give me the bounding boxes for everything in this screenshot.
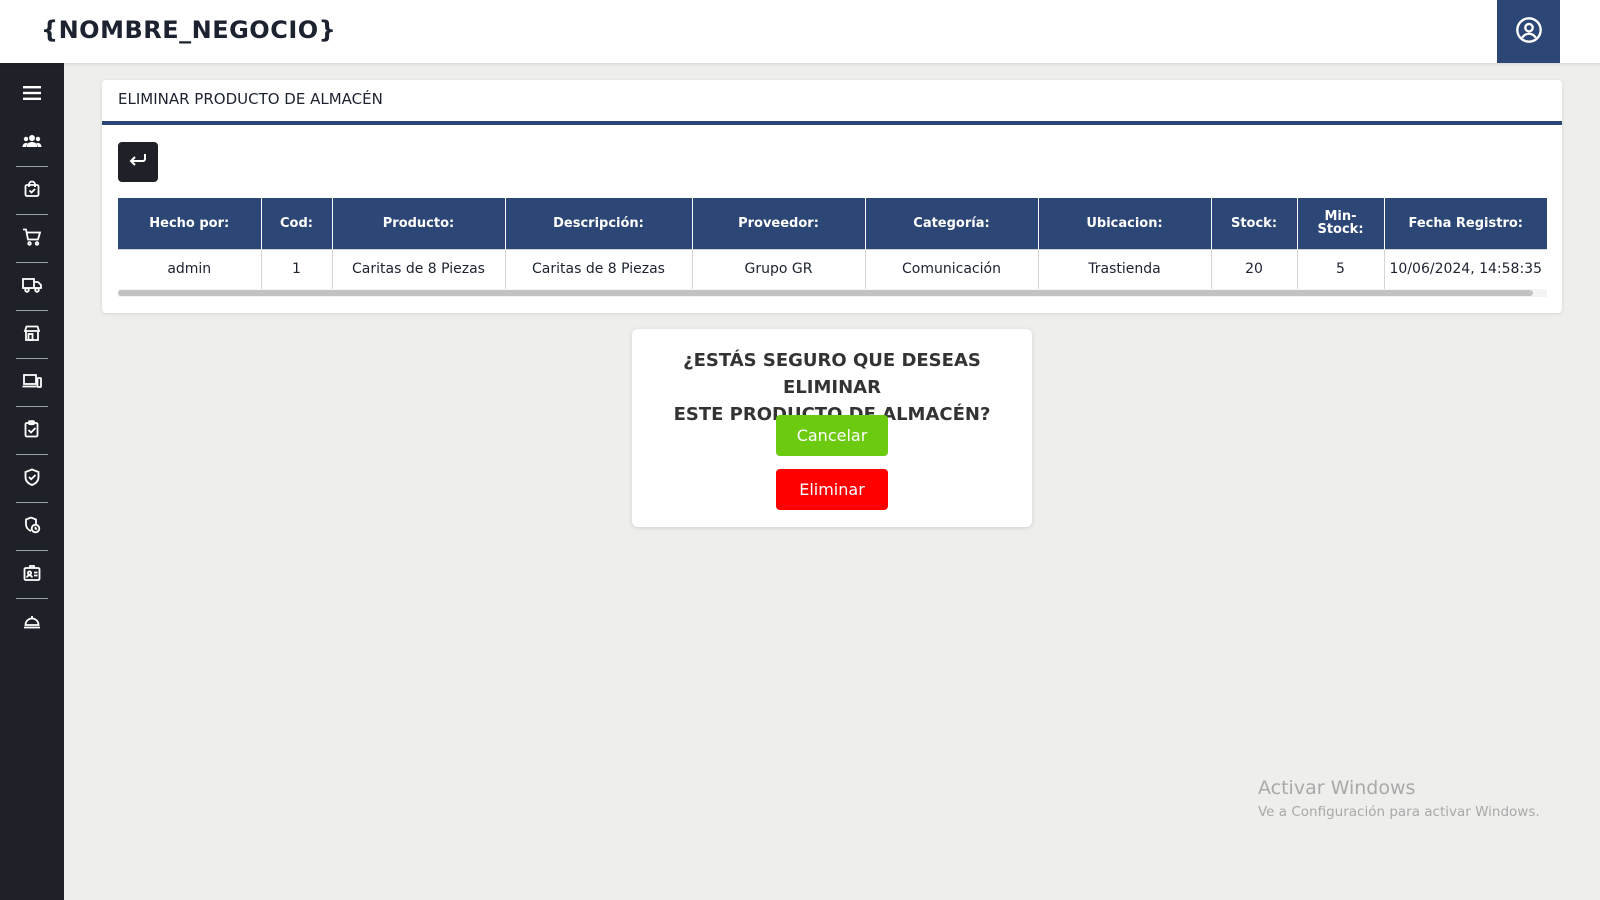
top-bar: {NOMBRE_NEGOCIO}: [0, 0, 1600, 63]
table-cell: admin: [118, 248, 262, 289]
clipboard-check-icon: [23, 419, 41, 442]
user-circle-icon: [1515, 16, 1543, 48]
column-header: Proveedor:: [692, 198, 866, 249]
table-cell: Caritas de 8 Piezas: [505, 248, 693, 289]
sidebar-item-products[interactable]: [16, 167, 48, 215]
column-header: Producto:: [332, 198, 506, 249]
delete-confirmation-dialog: ¿ESTÁS SEGURO QUE DESEAS ELIMINAR ESTE P…: [632, 329, 1032, 527]
sidebar-item-devices[interactable]: [16, 359, 48, 407]
id-card-icon: [23, 564, 41, 586]
sidebar-item-sales[interactable]: [16, 215, 48, 263]
badge-clock-icon: [23, 516, 41, 538]
table-cell: Grupo GR: [692, 248, 866, 289]
title-divider: [102, 121, 1562, 125]
sidebar-item-suppliers[interactable]: [16, 263, 48, 311]
column-header: Min-Stock:: [1297, 198, 1385, 249]
sidebar-item-security[interactable]: [16, 455, 48, 503]
sidebar: [0, 63, 64, 900]
confirmation-message-line1: ¿ESTÁS SEGURO QUE DESEAS ELIMINAR: [683, 350, 981, 398]
product-detail-card: ELIMINAR PRODUCTO DE ALMACÉN Hecho por: …: [102, 80, 1562, 313]
column-header: Descripción:: [505, 198, 693, 249]
cancel-button[interactable]: Cancelar: [776, 415, 888, 456]
shield-check-icon: [23, 468, 41, 490]
shopping-bag-icon: [23, 180, 41, 202]
table-header-row: Hecho por: Cod: Producto: Descripción: P…: [118, 198, 1547, 249]
sidebar-item-history[interactable]: [16, 503, 48, 551]
column-header: Fecha Registro:: [1384, 198, 1547, 249]
cart-icon: [22, 228, 42, 250]
column-header: Ubicacion:: [1038, 198, 1212, 249]
scrollbar-thumb[interactable]: [118, 290, 1533, 296]
table-cell: Comunicación: [865, 248, 1039, 289]
store-icon: [23, 324, 41, 346]
page-title: ELIMINAR PRODUCTO DE ALMACÉN: [118, 90, 383, 108]
return-arrow-icon: [128, 152, 148, 172]
watermark-title: Activar Windows: [1258, 777, 1416, 799]
users-icon: [22, 133, 42, 153]
watermark-subtitle: Ve a Configuración para activar Windows.: [1258, 804, 1540, 820]
sidebar-menu-toggle[interactable]: [16, 71, 48, 119]
column-header: Cod:: [261, 198, 333, 249]
service-bell-icon: [23, 613, 41, 633]
table-cell: 1: [261, 248, 333, 289]
column-header: Stock:: [1211, 198, 1298, 249]
table-cell: 5: [1297, 248, 1385, 289]
table-cell: Trastienda: [1038, 248, 1212, 289]
column-header: Categoría:: [865, 198, 1039, 249]
truck-icon: [22, 277, 42, 297]
sidebar-item-users[interactable]: [16, 119, 48, 167]
brand-name: {NOMBRE_NEGOCIO}: [41, 16, 337, 44]
product-table: Hecho por: Cod: Producto: Descripción: P…: [118, 198, 1547, 289]
table-cell: Caritas de 8 Piezas: [332, 248, 506, 289]
column-header: Hecho por:: [118, 198, 262, 249]
table-cell: 20: [1211, 248, 1298, 289]
windows-activation-watermark: Activar Windows Ve a Configuración para …: [1258, 777, 1540, 820]
user-account-button[interactable]: [1497, 0, 1560, 63]
sidebar-item-services[interactable]: [16, 599, 48, 647]
sidebar-item-tasks[interactable]: [16, 407, 48, 455]
horizontal-scrollbar[interactable]: [118, 289, 1547, 297]
table-row: admin 1 Caritas de 8 Piezas Caritas de 8…: [118, 248, 1547, 289]
delete-button[interactable]: Eliminar: [776, 469, 888, 510]
table-cell: 10/06/2024, 14:58:35: [1384, 248, 1547, 289]
back-button[interactable]: [118, 142, 158, 182]
sidebar-item-store[interactable]: [16, 311, 48, 359]
sidebar-item-employees[interactable]: [16, 551, 48, 599]
devices-icon: [22, 373, 42, 393]
menu-icon: [22, 84, 42, 106]
